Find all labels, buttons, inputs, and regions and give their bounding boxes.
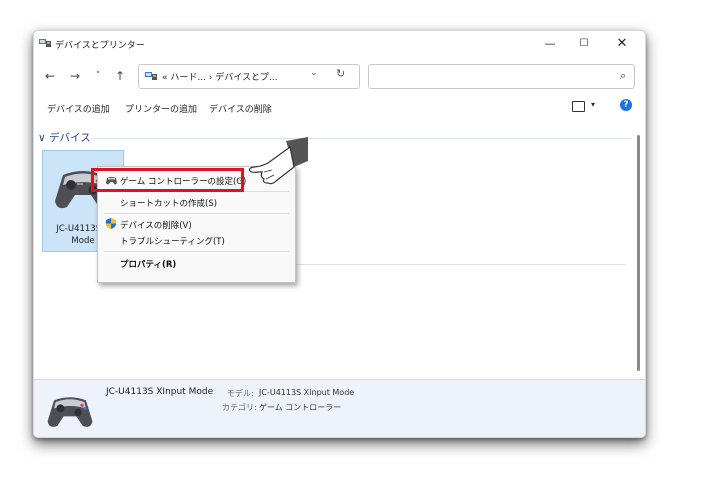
device-name: JC-U4113S XInput Mode [106,387,214,397]
menu-separator [104,251,289,252]
navigation-bar: ← → ˅ ↑ « ハード... › デバイスとプ... ⌄ ↻ ⌕ [34,61,645,91]
group-title: デバイス [49,132,91,144]
category-value: ゲーム コントローラー [259,403,342,412]
devices-group-header[interactable]: ∨ デバイス [38,130,91,145]
devices-printers-icon [39,39,51,47]
help-icon[interactable]: ? [620,99,632,111]
chevron-down-icon[interactable]: ▾ [591,100,595,109]
search-input[interactable]: ⌕ [368,64,635,89]
shield-icon [106,218,116,229]
gamepad-icon [47,397,93,427]
devices-and-printers-window: デバイスとプリンター — ☐ ✕ ← → ˅ ↑ « ハード... › デバイス… [33,30,646,438]
close-button[interactable]: ✕ [607,34,637,54]
devices-printers-icon [145,72,157,80]
recent-locations-button[interactable]: ˅ [88,67,108,85]
refresh-button[interactable]: ↻ [336,67,345,80]
add-printer-button[interactable]: プリンターの追加 [125,102,197,115]
remove-device-button[interactable]: デバイスの削除 [209,102,272,115]
command-bar: デバイスの追加 プリンターの追加 デバイスの削除 ▾ ? [34,97,645,119]
back-button[interactable]: ← [40,67,60,85]
add-device-button[interactable]: デバイスの追加 [47,102,110,115]
search-icon[interactable]: ⌕ [620,69,626,83]
address-path[interactable]: « ハード... › デバイスとプ... [162,70,278,83]
model-key: モデル: [227,389,254,398]
menu-separator [104,213,289,214]
model-value: JC-U4113S XInput Mode [259,388,355,397]
up-button[interactable]: ↑ [110,67,130,85]
menu-item-create-shortcut[interactable]: ショートカットの作成(S) [120,197,217,209]
forward-button[interactable]: → [65,67,85,85]
address-bar[interactable]: « ハード... › デバイスとプ... ⌄ ↻ [138,64,360,89]
menu-item-troubleshoot[interactable]: トラブルシューティング(T) [120,235,225,247]
menu-item-remove-device[interactable]: デバイスの削除(V) [120,219,192,231]
chevron-down-icon[interactable]: ⌄ [310,68,318,78]
view-options-icon[interactable] [572,101,585,112]
vertical-scrollbar[interactable] [637,135,640,371]
group-divider [92,138,632,139]
minimize-button[interactable]: — [535,34,565,54]
menu-item-properties[interactable]: プロパティ(R) [120,258,176,270]
title-bar: デバイスとプリンター — ☐ ✕ [34,31,645,57]
divider [296,264,626,265]
details-pane: JC-U4113S XInput Mode モデル: JC-U4113S XIn… [34,379,645,437]
highlight-box [91,168,244,192]
maximize-button[interactable]: ☐ [569,34,599,54]
pointing-hand-icon [248,137,308,185]
chevron-down-icon[interactable]: ∨ [38,132,46,144]
category-key: カテゴリ: [222,403,257,412]
window-title: デバイスとプリンター [55,41,145,51]
